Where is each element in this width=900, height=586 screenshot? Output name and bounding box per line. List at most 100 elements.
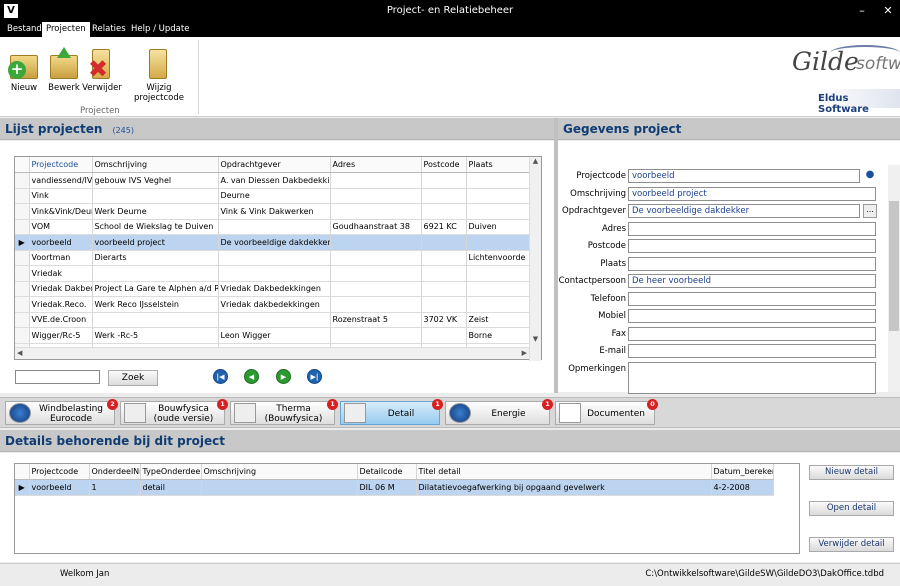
column-header[interactable]: Opdrachtgever (218, 157, 331, 173)
table-cell[interactable] (330, 327, 422, 344)
table-cell[interactable] (421, 327, 467, 344)
table-cell[interactable]: Werk Reco IJsselstein (92, 296, 219, 313)
table-cell[interactable]: Werk -Rc-5 (92, 327, 219, 344)
field-projectcode-input[interactable]: voorbeeld (628, 169, 860, 183)
field-fax-input[interactable] (628, 327, 876, 341)
table-cell[interactable] (330, 265, 422, 282)
column-header[interactable]: Titel detail (416, 464, 712, 480)
table-cell[interactable]: Werk Deurne (92, 203, 219, 220)
table-row[interactable]: vandiessend/IVS gebouw IVS Veghel A. van D… (15, 172, 530, 189)
table-cell[interactable]: Vink&Vink/Deurn (29, 203, 93, 220)
table-row[interactable]: Vink&Vink/DeurnWerk DeurneVink & Vink Da… (15, 203, 530, 220)
field-opdrachtgever-input[interactable]: De voorbeeldige dakdekker (628, 204, 860, 218)
scroll-right-icon[interactable]: ▶ (522, 349, 527, 357)
first-record-icon[interactable]: |◀ (213, 369, 228, 384)
table-cell[interactable]: Leon Wigger (218, 327, 331, 344)
table-row[interactable]: Vriedak (15, 265, 530, 282)
search-input[interactable] (15, 370, 100, 384)
table-cell[interactable]: Duiven (466, 219, 530, 235)
column-header[interactable]: Postcode (421, 157, 467, 173)
table-cell[interactable]: gebouw IVS Veghel (92, 172, 219, 189)
table-cell[interactable]: Lichtenvoorde (466, 250, 530, 266)
field-adres-input[interactable] (628, 222, 876, 236)
table-cell[interactable]: VOM (29, 219, 93, 235)
table-cell[interactable] (421, 265, 467, 282)
field-email-input[interactable] (628, 344, 876, 358)
table-cell[interactable]: 4-2-2008 (711, 479, 774, 496)
next-record-icon[interactable]: ▶ (276, 369, 291, 384)
table-cell[interactable] (421, 250, 467, 266)
table-cell[interactable]: Goudhaanstraat 38 (330, 219, 422, 235)
table-cell[interactable]: voorbeeld (29, 479, 90, 496)
column-header[interactable]: OnderdeelNr (89, 464, 141, 480)
form-scroll-thumb[interactable] (889, 201, 899, 331)
table-cell[interactable]: Borne (466, 327, 530, 344)
table-cell[interactable] (466, 296, 530, 313)
column-header[interactable]: Plaats (466, 157, 530, 173)
menu-help-update[interactable]: Help / Update (127, 22, 193, 37)
table-cell[interactable]: Vriedak Dakbedekkingen (218, 281, 331, 297)
table-cell[interactable] (330, 188, 422, 204)
previous-record-icon[interactable]: ◀ (244, 369, 259, 384)
field-mobiel-input[interactable] (628, 309, 876, 323)
table-cell[interactable] (201, 479, 358, 496)
table-cell[interactable]: Zeist (466, 312, 530, 328)
last-record-icon[interactable]: ▶| (307, 369, 322, 384)
table-cell[interactable]: 6921 KC (421, 219, 467, 235)
tab-bouwfysica[interactable]: Bouwfysica (oude versie) 1 (120, 399, 228, 425)
table-cell[interactable] (330, 296, 422, 313)
search-button[interactable]: Zoek (108, 370, 158, 386)
table-cell[interactable] (466, 188, 530, 204)
change-projectcode-button[interactable]: Wijzig projectcode (122, 47, 196, 103)
grid-vertical-scrollbar[interactable]: ▲ ▼ (529, 157, 541, 361)
delete-detail-button[interactable]: Verwijder detail (809, 537, 894, 552)
table-cell[interactable] (466, 203, 530, 220)
menu-bestand[interactable]: Bestand (3, 22, 46, 37)
table-cell[interactable] (330, 234, 422, 251)
minimize-icon[interactable]: – (854, 3, 870, 19)
column-header[interactable]: TypeOnderdeel (140, 464, 202, 480)
table-cell[interactable] (218, 312, 331, 328)
table-cell[interactable]: 1 (89, 479, 141, 496)
table-cell[interactable]: DIL 06 M (357, 479, 417, 496)
table-cell[interactable] (466, 234, 530, 251)
menu-relaties[interactable]: Relaties (88, 22, 130, 37)
column-header[interactable]: Adres (330, 157, 422, 173)
column-header[interactable]: Omschrijving (92, 157, 219, 173)
tab-documenten[interactable]: Documenten 0 (555, 399, 658, 425)
edit-project-button[interactable]: Bewerk (44, 47, 84, 93)
table-cell[interactable]: Project La Gare te Alphen a/d Rijn (92, 281, 219, 297)
grid-horizontal-scrollbar[interactable]: ◀ ▶ (15, 347, 529, 359)
tab-detail[interactable]: Detail 1 (340, 399, 443, 425)
table-cell[interactable] (421, 203, 467, 220)
column-header[interactable]: Omschrijving (201, 464, 358, 480)
field-telefoon-input[interactable] (628, 292, 876, 306)
new-project-button[interactable]: + Nieuw (4, 47, 44, 93)
browse-button[interactable]: ... (863, 204, 877, 218)
column-header[interactable]: Projectcode (29, 464, 90, 480)
scroll-down-icon[interactable]: ▼ (530, 335, 541, 343)
table-cell[interactable]: A. van Diessen Dakbedekkingen (218, 172, 331, 189)
delete-project-button[interactable]: ✖ Verwijder (82, 47, 122, 93)
new-detail-button[interactable]: Nieuw detail (809, 465, 894, 480)
table-cell[interactable]: detail (140, 479, 202, 496)
table-cell[interactable]: De voorbeeldige dakdekker (218, 234, 331, 251)
scroll-up-icon[interactable]: ▲ (530, 157, 541, 165)
table-row[interactable]: VOM School de Wiekslag te Duiven Goudhaans… (15, 219, 530, 235)
table-cell[interactable]: Vriedak Dakbede (29, 281, 93, 297)
form-scrollbar[interactable] (888, 165, 900, 392)
table-cell[interactable] (92, 265, 219, 282)
table-row[interactable]: Voortman Dierarts Lichtenvoorde (15, 250, 530, 266)
open-detail-button[interactable]: Open detail (809, 501, 894, 516)
close-icon[interactable]: ✕ (880, 3, 896, 19)
table-cell[interactable]: vandiessend/IVS (29, 172, 93, 189)
detail-grid[interactable]: Projectcode OnderdeelNr TypeOnderdeel Om… (14, 463, 800, 554)
table-cell[interactable]: Dilatatievoegafwerking bij opgaand gevel… (416, 479, 712, 496)
table-cell[interactable] (421, 281, 467, 297)
table-cell[interactable]: Dierarts (92, 250, 219, 266)
table-cell[interactable] (330, 281, 422, 297)
field-opmerkingen-input[interactable] (628, 362, 876, 394)
projects-grid[interactable]: Projectcode Omschrijving Opdrachtgever A… (14, 156, 542, 361)
table-cell[interactable] (466, 281, 530, 297)
table-cell[interactable] (92, 188, 219, 204)
